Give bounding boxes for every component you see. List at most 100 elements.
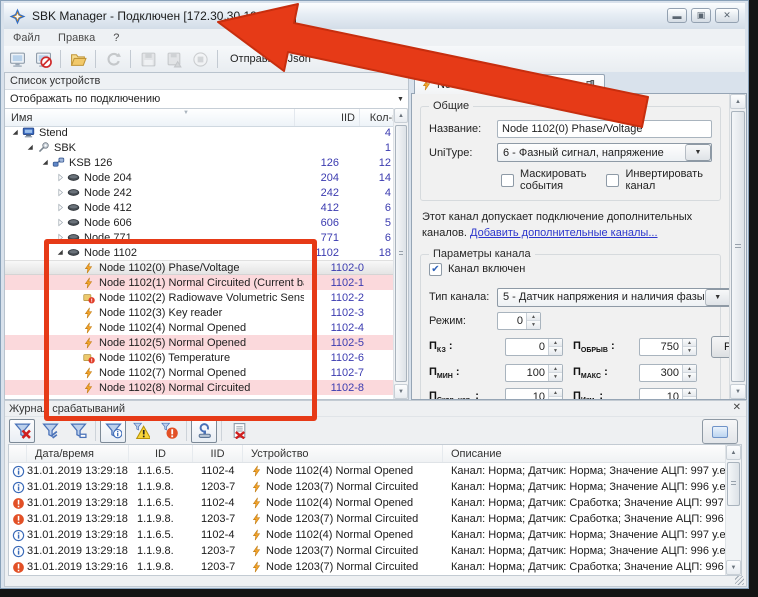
- spin-up-icon[interactable]: ▲: [683, 389, 696, 398]
- column-datetime[interactable]: Дата/время: [27, 445, 129, 462]
- calculate-button[interactable]: Рассчитать: [711, 336, 729, 358]
- journal-panel-button[interactable]: [702, 419, 738, 444]
- clear-log-button[interactable]: [226, 419, 252, 443]
- filter-warning-button[interactable]: [128, 419, 154, 443]
- send-json-button[interactable]: Отправить Json: [222, 51, 319, 67]
- expander-closed-icon[interactable]: [54, 173, 66, 182]
- filter-previous-button[interactable]: [37, 419, 63, 443]
- expander-closed-icon[interactable]: [54, 203, 66, 212]
- disconnect-button[interactable]: [31, 48, 55, 70]
- event-row[interactable]: 31.01.2019 13:29:18 1.1.6.5. 1102-4 Node…: [9, 495, 725, 511]
- tree-item[interactable]: Node 606 606 5: [5, 215, 393, 230]
- tree-item[interactable]: KSB 126 126 12: [5, 155, 393, 170]
- channel-type-select[interactable]: 5 - Датчик напряжения и наличия фазы ▼: [497, 288, 729, 307]
- spin-down-icon[interactable]: ▼: [683, 347, 696, 355]
- minimize-button[interactable]: ▬: [667, 8, 687, 23]
- tree-item[interactable]: Node 412 412 6: [5, 200, 393, 215]
- title-bar[interactable]: SBK Manager - Подключен [172.30.30.121:4…: [4, 3, 745, 29]
- menu-item-Файл[interactable]: Файл: [4, 31, 49, 45]
- view-mode-select[interactable]: Отображать по подключению ▼: [5, 90, 408, 109]
- spin-down-icon[interactable]: ▼: [683, 397, 696, 399]
- scroll-up-icon[interactable]: ▲: [726, 445, 741, 460]
- editor-scroll-thumb[interactable]: [731, 111, 745, 382]
- param-skor-stepper[interactable]: 10 ▲▼: [505, 388, 563, 399]
- tree-scroll-thumb[interactable]: [395, 125, 407, 382]
- spin-up-icon[interactable]: ▲: [683, 365, 696, 374]
- editor-scrollbar[interactable]: ▲ ▼: [729, 94, 746, 399]
- tree-scrollbar[interactable]: ▲ ▼: [393, 108, 408, 399]
- resize-grip[interactable]: [735, 576, 744, 585]
- spin-up-icon[interactable]: ▲: [683, 339, 696, 348]
- add-channels-link[interactable]: Добавить дополнительные каналы...: [470, 227, 658, 239]
- spin-up-icon[interactable]: ▲: [527, 313, 540, 322]
- param-min-stepper[interactable]: 100 ▲▼: [505, 364, 563, 382]
- param-obryv-stepper[interactable]: 750 ▲▼: [639, 338, 697, 356]
- spin-down-icon[interactable]: ▼: [549, 397, 562, 399]
- unitype-select[interactable]: 6 - Фазный сигнал, напряжение ▼: [497, 143, 712, 162]
- filter-clear-button[interactable]: [9, 419, 35, 443]
- maximize-button[interactable]: ▣: [691, 8, 711, 23]
- filter-actuation-button[interactable]: [191, 419, 217, 443]
- event-row[interactable]: 31.01.2019 13:29:16 1.1.9.8. 1203-7 Node…: [9, 559, 725, 575]
- event-row[interactable]: 31.01.2019 13:29:18 1.1.6.5. 1102-4 Node…: [9, 527, 725, 543]
- scroll-up-icon[interactable]: ▲: [394, 108, 408, 123]
- spin-down-icon[interactable]: ▼: [527, 321, 540, 329]
- param-kz-stepper[interactable]: 0 ▲▼: [505, 338, 563, 356]
- spin-down-icon[interactable]: ▼: [683, 373, 696, 381]
- invert-channel-checkbox[interactable]: [606, 174, 619, 187]
- column-iid[interactable]: IID: [295, 109, 360, 126]
- menu-item-?[interactable]: ?: [104, 31, 128, 45]
- column-id[interactable]: ID: [129, 445, 193, 462]
- channel-enabled-checkbox[interactable]: ✔: [429, 263, 442, 276]
- event-row[interactable]: 31.01.2019 13:29:18 1.1.6.5. 1102-4 Node…: [9, 463, 725, 479]
- spin-up-icon[interactable]: ▲: [549, 339, 562, 348]
- expander-closed-icon[interactable]: [54, 188, 66, 197]
- menu-item-Правка[interactable]: Правка: [49, 31, 104, 45]
- scroll-down-icon[interactable]: ▼: [730, 384, 746, 399]
- spin-up-icon[interactable]: ▲: [549, 365, 562, 374]
- name-field[interactable]: Node 1102(0) Phase/Voltage: [497, 120, 712, 138]
- sort-indicator-icon: ▼: [183, 110, 189, 116]
- tree-item-count: 1: [364, 142, 393, 154]
- tree-item[interactable]: Node 242 242 4: [5, 185, 393, 200]
- pin-icon[interactable]: [582, 80, 596, 90]
- close-button[interactable]: ✕: [715, 8, 739, 23]
- spin-up-icon[interactable]: ▲: [549, 389, 562, 398]
- connect-button[interactable]: [5, 48, 29, 70]
- column-device[interactable]: Устройство: [243, 445, 443, 462]
- mode-stepper[interactable]: 0 ▲▼: [497, 312, 541, 330]
- event-scroll-thumb[interactable]: [727, 462, 740, 506]
- event-device: Node 1102(4) Normal Opened: [243, 497, 443, 509]
- column-description[interactable]: Описание: [443, 445, 725, 462]
- mask-events-checkbox[interactable]: [501, 174, 514, 187]
- event-iid: 1203-7: [193, 561, 243, 573]
- spin-down-icon[interactable]: ▼: [549, 373, 562, 381]
- journal-close-icon[interactable]: ✕: [733, 402, 741, 413]
- column-name[interactable]: Имя: [5, 109, 295, 126]
- open-folder-button[interactable]: [66, 48, 90, 70]
- tree-item[interactable]: Stend 4: [5, 125, 393, 140]
- column-iid[interactable]: IID: [193, 445, 243, 462]
- expander-open-icon[interactable]: [39, 158, 51, 167]
- tree-item[interactable]: SBK 1: [5, 140, 393, 155]
- param-izm-stepper[interactable]: 10 ▲▼: [639, 388, 697, 399]
- expander-open-icon[interactable]: [9, 128, 21, 137]
- event-table-scrollbar[interactable]: ▲ ▼: [725, 445, 741, 575]
- param-max-stepper[interactable]: 300 ▲▼: [639, 364, 697, 382]
- lightning-icon: [251, 545, 262, 557]
- tab-node-1102-0[interactable]: Node 1102(0) Phase/Voltage: [414, 74, 605, 94]
- expander-open-icon[interactable]: [24, 143, 36, 152]
- scroll-up-icon[interactable]: ▲: [730, 94, 746, 109]
- scroll-down-icon[interactable]: ▼: [394, 384, 408, 399]
- filter-info-button[interactable]: [100, 419, 126, 443]
- app-logo-icon: [9, 8, 26, 25]
- filter-alarm-button[interactable]: [156, 419, 182, 443]
- tree-item[interactable]: Node 204 204 14: [5, 170, 393, 185]
- filter-custom-button[interactable]: [65, 419, 91, 443]
- expander-closed-icon[interactable]: [54, 218, 66, 227]
- scroll-down-icon[interactable]: ▼: [726, 560, 741, 575]
- event-row[interactable]: 31.01.2019 13:29:18 1.1.9.8. 1203-7 Node…: [9, 511, 725, 527]
- event-row[interactable]: 31.01.2019 13:29:18 1.1.9.8. 1203-7 Node…: [9, 479, 725, 495]
- event-row[interactable]: 31.01.2019 13:29:18 1.1.9.8. 1203-7 Node…: [9, 543, 725, 559]
- spin-down-icon[interactable]: ▼: [549, 347, 562, 355]
